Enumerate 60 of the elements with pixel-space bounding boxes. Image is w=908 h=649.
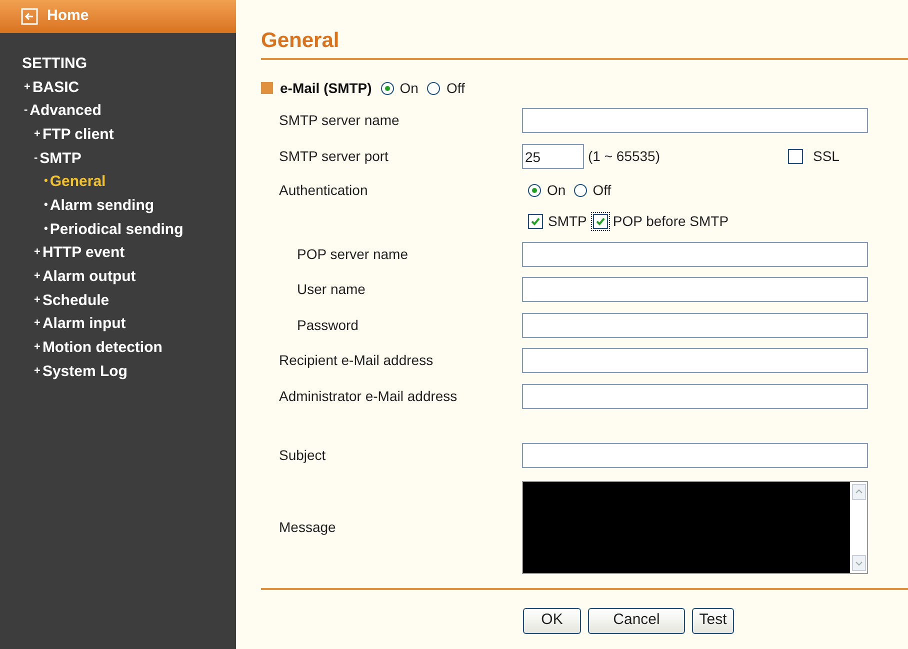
radio-button[interactable] xyxy=(574,184,587,196)
input-field[interactable] xyxy=(522,312,868,338)
scroll-up-icon[interactable] xyxy=(852,484,866,500)
check-icon xyxy=(530,216,541,226)
input-field[interactable] xyxy=(522,108,868,134)
radio-button[interactable] xyxy=(380,82,394,94)
input-field[interactable]: 25 xyxy=(522,144,584,169)
field-label: Authentication xyxy=(279,180,369,200)
check-icon xyxy=(594,216,606,226)
section-heading: SETTING xyxy=(22,54,88,74)
field-label: Recipient e-Mail address xyxy=(279,351,434,370)
nav-item[interactable]: $^{+}$Alarm input xyxy=(34,313,126,336)
nav-item[interactable]: $^{•}$Alarm sending xyxy=(44,195,154,218)
nav-item[interactable]: $^{-}$Advanced xyxy=(24,100,102,123)
input-field[interactable] xyxy=(522,384,868,409)
nav-item[interactable]: $^{•}$General xyxy=(44,171,106,194)
home-label: Home xyxy=(47,6,89,26)
field-label: User name xyxy=(296,280,366,300)
input-field[interactable] xyxy=(522,443,868,468)
nav-item[interactable]: $^{+}$HTTP event xyxy=(34,242,125,265)
section-label: e-Mail (SMTP) xyxy=(280,78,372,98)
checkbox-label: SMTP xyxy=(548,212,587,230)
field-label: SMTP server port xyxy=(279,147,390,166)
radio-button[interactable] xyxy=(528,184,541,196)
checkbox[interactable] xyxy=(528,214,543,228)
range-hint: (1 ~ 65535) xyxy=(588,147,661,166)
radio-label: Off xyxy=(446,78,465,98)
input-field[interactable] xyxy=(522,348,868,374)
nav-item[interactable]: $^{+}$Alarm output xyxy=(34,266,136,289)
form-button[interactable]: Cancel xyxy=(588,608,685,634)
nav-item[interactable]: $^{+}$Schedule xyxy=(34,290,110,312)
field-label: POP server name xyxy=(296,244,410,264)
radio-label: Off xyxy=(592,180,612,200)
nav-item[interactable]: $^{+}$BASIC xyxy=(24,76,80,100)
nav-item[interactable]: $^{-}$SMTP xyxy=(34,148,82,170)
page-title: General xyxy=(261,29,340,52)
input-field[interactable] xyxy=(522,242,868,267)
checkbox[interactable] xyxy=(592,214,608,228)
field-label: Password xyxy=(296,316,360,335)
nav-item[interactable]: $^{+}$FTP client xyxy=(34,124,114,146)
scrollbar[interactable] xyxy=(850,482,867,573)
scroll-down-icon[interactable] xyxy=(852,555,866,571)
radio-label: On xyxy=(547,180,566,200)
field-label: Administrator e-Mail address xyxy=(279,386,458,406)
radio-label: On xyxy=(400,78,418,98)
form-button[interactable]: Test xyxy=(692,608,734,634)
checkbox-label: SSL xyxy=(813,147,840,166)
bullet-icon xyxy=(261,82,273,94)
nav-item[interactable]: $^{+}$System Log xyxy=(34,360,128,384)
form-button[interactable]: OK xyxy=(523,608,581,634)
nav-item[interactable]: $^{+}$Motion detection xyxy=(34,337,162,360)
checkbox-label: POP before SMTP xyxy=(612,212,729,230)
message-textarea[interactable] xyxy=(522,481,868,574)
radio-button[interactable] xyxy=(427,82,440,94)
field-label: Subject xyxy=(279,446,327,466)
checkbox[interactable] xyxy=(788,149,803,164)
field-label: SMTP server name xyxy=(279,111,400,130)
nav-item[interactable]: $^{•}$Periodical sending xyxy=(44,218,184,242)
input-field[interactable] xyxy=(522,277,868,302)
field-label: Message xyxy=(279,518,337,537)
